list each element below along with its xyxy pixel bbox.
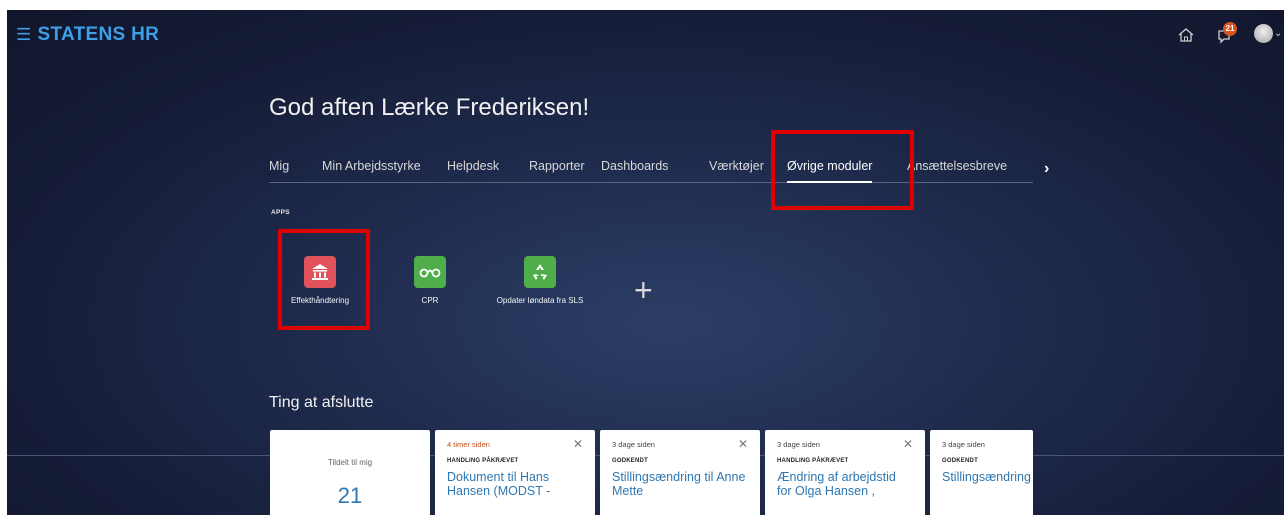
task-card[interactable]: 4 timer siden ✕ HANDLING PÅKRÆVET Dokume… [435,430,595,515]
greeting-heading: God aften Lærke Frederiksen! [269,94,590,121]
card-status: GODKENDT [942,458,978,464]
app-cpr[interactable]: CPR [375,256,485,306]
highlight-box-tab [771,130,914,210]
task-card[interactable]: 3 dage siden ✕ GODKENDT Stillingsændring… [600,430,760,515]
app-title: STATENS HR [37,24,160,45]
close-icon[interactable]: ✕ [738,437,748,451]
tab-min-arbejdsstyrke[interactable]: Min Arbejdsstyrke [322,159,421,173]
plus-icon[interactable]: + [634,272,653,309]
tab-dashboards[interactable]: Dashboards [601,159,668,173]
app-label: CPR [421,296,439,305]
notification-badge: 21 [1223,22,1237,36]
card-status: GODKENDT [612,458,648,464]
card-status: HANDLING PÅKRÆVET [447,458,519,464]
user-avatar[interactable] [1254,24,1273,43]
chevron-right-icon[interactable]: › [1044,160,1049,178]
summary-label: Tildelt til mig [327,458,373,467]
home-icon[interactable] [1177,26,1195,44]
card-time: 4 timer siden [447,440,490,449]
card-status: HANDLING PÅKRÆVET [777,458,849,464]
close-icon[interactable]: ✕ [903,437,913,451]
apps-section-title: APPS [271,209,290,216]
hamburger-icon[interactable]: ☰ [16,25,32,45]
tab-mig[interactable]: Mig [269,159,289,173]
summary-card[interactable]: Tildelt til mig 21 [270,430,430,515]
card-title[interactable]: Dokument til Hans Hansen (MODST - [447,470,583,498]
task-card[interactable]: 3 dage siden ✕ HANDLING PÅKRÆVET Ændring… [765,430,925,515]
card-title[interactable]: Stillingsændring til Anne Mette [612,470,748,498]
app-window: ☰ STATENS HR 21 ⌄ God aften Lærke Freder… [7,10,1284,515]
summary-count: 21 [337,483,363,508]
card-time: 3 dage siden [942,440,985,449]
tab-ansaettelsesbreve[interactable]: Ansættelsesbreve [907,159,1007,173]
card-time: 3 dage siden [612,440,655,449]
task-card[interactable]: 3 dage siden GODKENDT Stillingsændring A… [930,430,1033,515]
module-tabs: Mig Min Arbejdsstyrke Helpdesk Rapporter… [269,155,1033,183]
close-icon[interactable]: ✕ [573,437,583,451]
eye-linked-icon [414,256,446,288]
app-label: Opdater løndata fra SLS [496,296,584,305]
brand[interactable]: ☰ STATENS HR [16,24,159,46]
highlight-box-app [278,229,370,330]
card-title[interactable]: Stillingsændring Anne Mette [942,470,1033,484]
recycle-icon [524,256,556,288]
chevron-down-icon[interactable]: ⌄ [1274,28,1282,39]
tab-helpdesk[interactable]: Helpdesk [447,159,499,173]
card-time: 3 dage siden [777,440,820,449]
tab-rapporter[interactable]: Rapporter [529,159,585,173]
top-bar: ☰ STATENS HR 21 ⌄ [7,10,1284,58]
tab-vaerktoejer[interactable]: Værktøjer [709,159,764,173]
card-title[interactable]: Ændring af arbejdstid for Olga Hansen , [777,470,913,498]
app-opdater-loendata[interactable]: Opdater løndata fra SLS [485,256,595,306]
ting-section-title: Ting at afslutte [269,394,374,411]
